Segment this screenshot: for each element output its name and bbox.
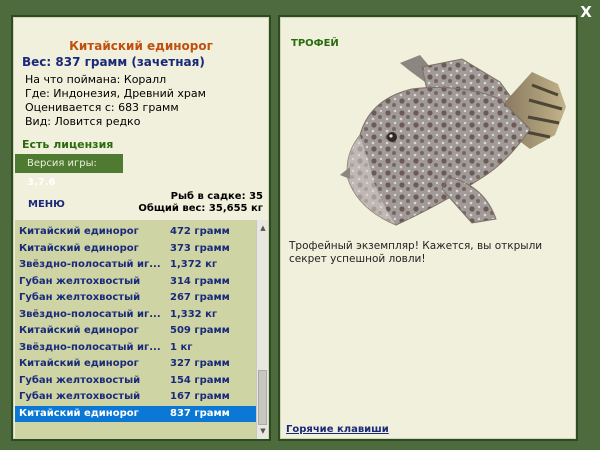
list-item-weight: 167 грамм xyxy=(170,391,230,402)
version-prefix: Версия игры: xyxy=(27,158,97,169)
menu-link[interactable]: меню xyxy=(28,199,65,210)
list-item-name: Китайский единорог xyxy=(19,226,139,237)
list-item-name: Звёздно-полосатый иг... xyxy=(19,308,161,320)
list-item[interactable]: Китайский единорог 327 грамм xyxy=(15,356,256,372)
list-item-name: Китайский единорог xyxy=(19,325,139,336)
list-item[interactable]: Китайский единорог 472 грамм xyxy=(15,224,256,240)
hotkeys-link[interactable]: Горячие клавиши xyxy=(286,424,389,435)
total-weight: Общий вес: 35,655 кг xyxy=(138,203,263,214)
fish-count: Рыб в садке: 35 xyxy=(170,191,263,202)
close-button[interactable]: X xyxy=(578,4,594,20)
list-item-weight: 472 грамм xyxy=(170,226,230,237)
list-item[interactable]: Звёздно-полосатый иг... 1 кг xyxy=(15,340,256,356)
list-item-name: Губан желтохвостый xyxy=(19,292,141,303)
list-item[interactable]: Звёздно-полосатый иг... 1,332 кг xyxy=(15,307,256,323)
fish-weight: Вес: 837 грамм (зачетная) xyxy=(22,55,205,69)
left-panel: Китайский единорог Вес: 837 грамм (зачет… xyxy=(11,15,271,441)
list-item[interactable]: Губан желтохвостый 267 грамм xyxy=(15,290,256,306)
list-item-weight: 509 грамм xyxy=(170,325,230,336)
rating-info: Оценивается с: 683 грамм xyxy=(25,101,179,114)
list-item-weight: 1 кг xyxy=(170,341,193,353)
list-item[interactable]: Звёздно-полосатый иг... 1,372 кг xyxy=(15,257,256,273)
fish-name: Китайский единорог xyxy=(69,39,213,53)
list-item-name: Губан желтохвостый xyxy=(19,391,141,402)
scrollbar[interactable]: ▲ ▼ xyxy=(256,220,268,439)
version-badge: Версия игры: 3.7.6 xyxy=(15,154,123,188)
list-item-name: Китайский единорог xyxy=(19,358,139,369)
location-info: Где: Индонезия, Древний храм xyxy=(25,87,206,100)
catch-stats: Рыб в садке: 35 Общий вес: 35,655 кг xyxy=(138,191,263,215)
list-item[interactable]: Губан желтохвостый 154 грамм xyxy=(15,373,256,389)
list-item-name: Губан желтохвостый xyxy=(19,374,141,386)
version-number: 3.7.6 xyxy=(27,177,56,188)
list-item[interactable]: Губан желтохвостый 314 грамм xyxy=(15,274,256,290)
trophy-message: Трофейный экземпляр! Кажется, вы открыли… xyxy=(289,240,543,265)
trophy-title: ТРОФЕЙ xyxy=(291,38,339,49)
list-item-name: Китайский единорог xyxy=(19,407,139,419)
list-item-name: Звёздно-полосатый иг... xyxy=(19,341,161,353)
list-item-name: Китайский единорог xyxy=(19,242,139,254)
list-item-weight: 837 грамм xyxy=(170,407,230,419)
list-item-name: Губан желтохвостый xyxy=(19,275,141,287)
list-item-weight: 327 грамм xyxy=(170,358,230,369)
list-item-weight: 1,372 кг xyxy=(170,259,218,270)
list-item-name: Звёздно-полосатый иг... xyxy=(19,259,161,270)
list-item-weight: 1,332 кг xyxy=(170,308,218,320)
trophy-fish-image xyxy=(340,55,566,226)
list-item[interactable]: Китайский единорог 373 грамм xyxy=(15,241,256,257)
rarity-info: Вид: Ловится редко xyxy=(25,115,141,128)
list-item-weight: 267 грамм xyxy=(170,292,230,303)
scroll-thumb[interactable] xyxy=(258,370,267,425)
right-panel: ТРОФЕЙ Трофейный экземпляр! Кажется, вы … xyxy=(278,15,578,441)
list-item[interactable]: Губан желтохвостый 167 грамм xyxy=(15,389,256,405)
list-item-weight: 154 грамм xyxy=(170,374,230,386)
catch-list[interactable]: Китайский единорог 472 грамм Китайский еди… xyxy=(15,220,256,439)
list-item-weight: 373 грамм xyxy=(170,242,230,254)
chevron-up-icon[interactable]: ▲ xyxy=(257,222,269,234)
chevron-down-icon[interactable]: ▼ xyxy=(257,425,269,437)
license-status: Есть лицензия xyxy=(22,138,114,151)
bait-info: На что поймана: Коралл xyxy=(25,73,167,86)
list-item-weight: 314 грамм xyxy=(170,275,230,287)
list-item[interactable]: Китайский единорог 509 грамм xyxy=(15,323,256,339)
list-item[interactable]: Китайский единорог 837 грамм xyxy=(15,405,256,422)
